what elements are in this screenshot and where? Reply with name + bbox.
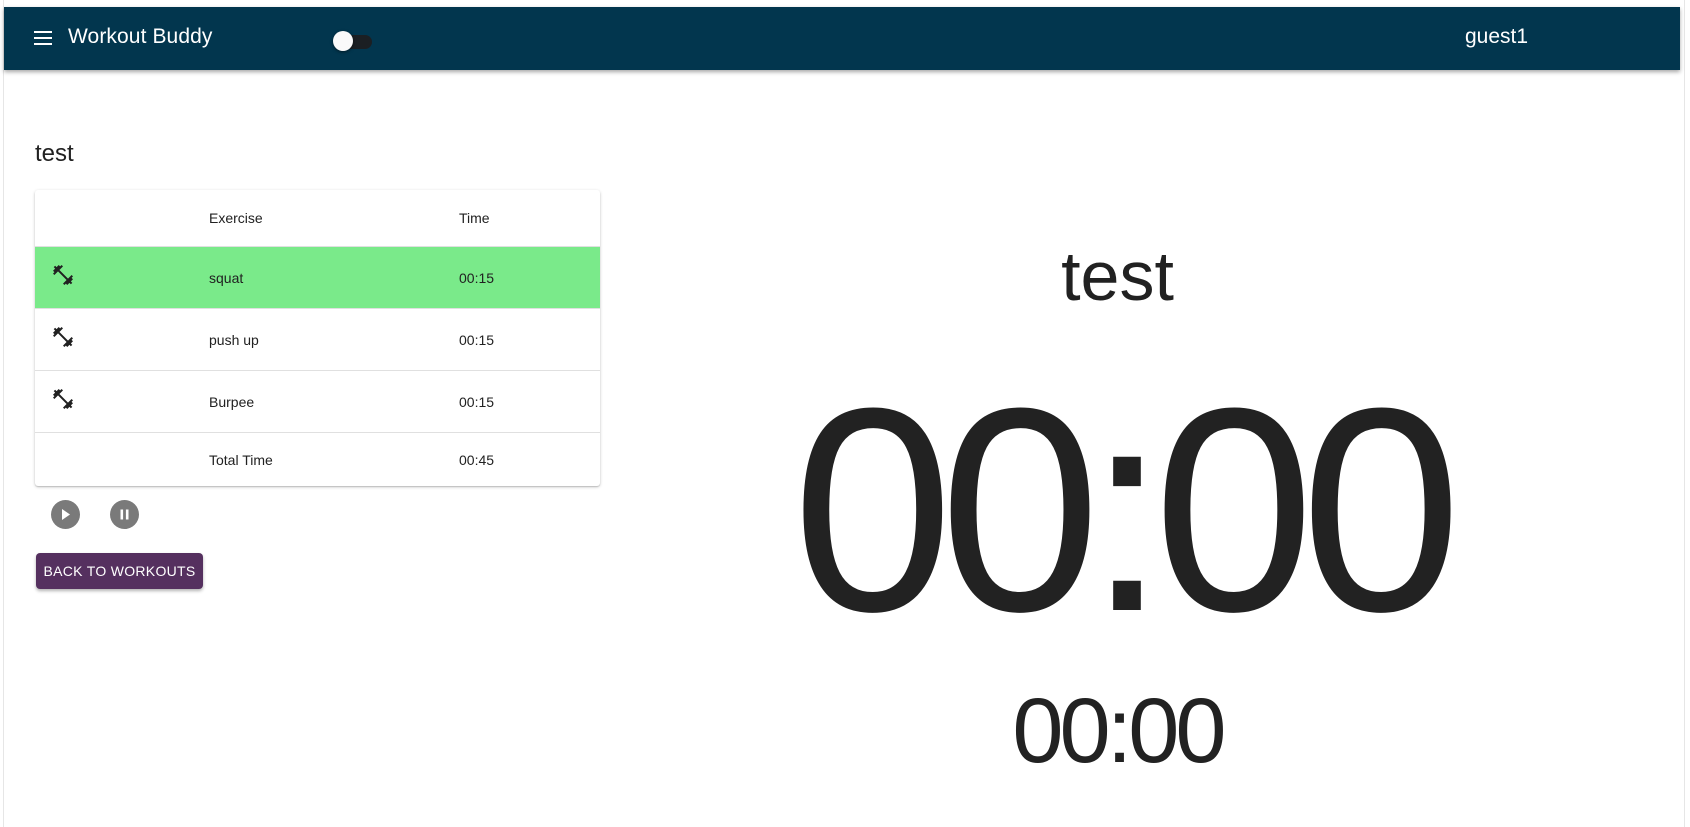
app-title: Workout Buddy (68, 25, 213, 48)
theme-toggle[interactable] (333, 31, 372, 51)
dumbbell-icon (53, 388, 73, 409)
play-button[interactable] (51, 500, 80, 529)
table-row[interactable]: squat 00:15 (35, 246, 600, 309)
exercise-name: push up (209, 308, 459, 371)
pause-button[interactable] (110, 500, 139, 529)
row-icon-cell (35, 246, 209, 309)
exercise-time: 00:15 (459, 246, 600, 309)
table-row[interactable]: Burpee 00:15 (35, 370, 600, 433)
column-header-icon (35, 190, 209, 247)
dumbbell-icon (53, 326, 73, 347)
main-timer: 00:00 (792, 348, 1462, 672)
app-bar: Workout Buddy guest1 (4, 7, 1680, 70)
table-header-row: Exercise Time (35, 190, 600, 247)
menu-icon[interactable] (28, 27, 60, 51)
total-label: Total Time (209, 451, 273, 468)
workout-title: test (35, 140, 74, 167)
exercise-name: squat (209, 246, 459, 309)
pause-icon (120, 509, 129, 520)
total-time: 00:45 (459, 451, 495, 468)
total-empty-cell (35, 433, 209, 487)
column-header-exercise: Exercise (209, 190, 459, 247)
timer-workout-title: test (1061, 237, 1174, 315)
dumbbell-icon (53, 264, 73, 285)
total-row: Total Time 00:45 (35, 433, 600, 487)
column-header-time: Time (459, 190, 600, 247)
exercise-name: Burpee (209, 370, 459, 433)
row-icon-cell (35, 308, 209, 371)
user-name[interactable]: guest1 (1465, 25, 1528, 49)
row-icon-cell (35, 370, 209, 433)
table-row[interactable]: push up 00:15 (35, 308, 600, 371)
play-icon (62, 509, 70, 520)
toggle-thumb[interactable] (333, 31, 353, 51)
exercise-time: 00:15 (459, 308, 600, 371)
back-to-workouts-button[interactable]: BACK TO WORKOUTS (36, 553, 203, 589)
exercise-table: Exercise Time squat 00:15 push up 00:15 (35, 190, 600, 486)
exercise-table-card: Exercise Time squat 00:15 push up 00:15 (35, 190, 600, 486)
sub-timer: 00:00 (1012, 680, 1226, 782)
exercise-time: 00:15 (459, 370, 600, 433)
